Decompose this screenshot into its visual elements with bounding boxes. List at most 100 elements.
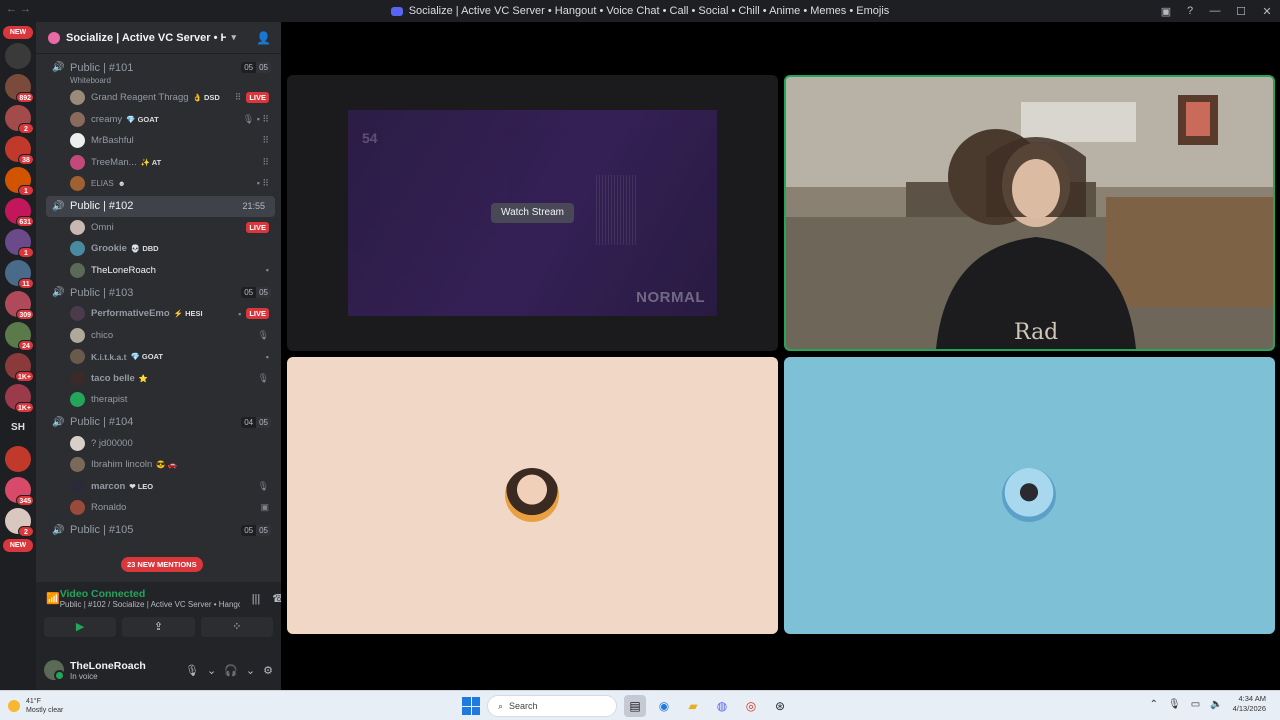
network-icon[interactable]: ▭ xyxy=(1191,699,1200,710)
user-count: 04 05 xyxy=(241,416,271,428)
voice-user[interactable]: ? jd00000 xyxy=(36,433,281,455)
activity-icon: ⠿ xyxy=(234,92,242,103)
server-icon[interactable]: 2 xyxy=(5,105,34,134)
voice-user[interactable]: Grookie 💀 DBD xyxy=(36,238,281,260)
avatar xyxy=(70,457,85,473)
clock[interactable]: 4:34 AM 4/13/2026 xyxy=(1233,694,1266,714)
user-tag: ☻ xyxy=(117,179,126,189)
server-icon[interactable]: 892 xyxy=(5,74,34,103)
server-icon[interactable] xyxy=(5,446,31,472)
voice-user[interactable]: Grand Reagent Thragg 👌 DSD ⠿ LIVE xyxy=(36,87,281,109)
activities-button[interactable]: ⁘ xyxy=(200,617,273,637)
voice-user[interactable]: MrBashful ⠿ xyxy=(36,130,281,152)
avatar xyxy=(70,111,85,127)
participant-tile[interactable] xyxy=(287,357,778,634)
avatar xyxy=(70,435,85,451)
microphone-icon[interactable]: 🎙 xyxy=(1168,699,1181,710)
unread-badge: 1 xyxy=(18,185,34,196)
server-icon-text[interactable]: SH xyxy=(5,415,31,441)
chevron-down-icon[interactable]: ⌄ xyxy=(246,664,255,677)
voice-user[interactable]: creamy 💎 GOAT 🎙 ▪ ⠿ xyxy=(36,109,281,131)
microphone-icon[interactable]: 🎙 xyxy=(185,664,199,677)
voice-channel-name: Public | #105 xyxy=(70,524,134,536)
headphones-icon[interactable]: 🎧 xyxy=(224,664,238,677)
voice-channel-102[interactable]: 🔊 Public | #102 21:55 xyxy=(46,195,275,217)
server-icon[interactable]: 1 xyxy=(5,229,34,258)
voice-channel-name: Public | #103 xyxy=(70,286,134,299)
volume-icon[interactable]: 🔈 xyxy=(1210,699,1222,710)
new-mentions-pill[interactable]: 23 NEW MENTIONS xyxy=(121,557,203,572)
noise-suppression-icon[interactable]: ||| xyxy=(252,593,261,605)
activity-icon: ▣ xyxy=(260,502,269,513)
voice-user[interactable]: Ronaldo ▣ xyxy=(36,497,281,519)
voice-status[interactable]: Video Connected xyxy=(60,588,240,600)
stream-tile[interactable]: 54 NORMAL Watch Stream xyxy=(287,75,778,351)
close-icon[interactable]: ✕ xyxy=(1254,5,1280,18)
avatar[interactable] xyxy=(44,660,65,681)
voice-user[interactable]: marcon ❤ LEO 🎙 xyxy=(36,476,281,498)
invite-icon[interactable]: 👤 xyxy=(256,31,271,45)
server-icon[interactable]: 1 xyxy=(5,167,34,196)
back-forward-icon[interactable]: ← → xyxy=(6,3,31,15)
live-badge: LIVE xyxy=(246,308,269,320)
voice-channel-104[interactable]: 🔊 Public | #104 04 05 xyxy=(36,412,281,433)
voice-channel-105[interactable]: 🔊 Public | #105 05 05 xyxy=(36,520,281,541)
server-icon[interactable]: 309 xyxy=(5,291,34,320)
server-icon[interactable]: 1K+ xyxy=(5,353,34,382)
voice-user[interactable]: Omni LIVE xyxy=(36,217,281,239)
user-count: 05 05 xyxy=(241,287,271,298)
chevron-up-icon[interactable]: ⌃ xyxy=(1150,699,1158,710)
voice-connection-panel: 📶 Video Connected Public | #102 / Social… xyxy=(36,582,286,660)
server-icon[interactable]: 38 xyxy=(5,136,34,165)
participant-avatar xyxy=(505,468,559,522)
window-title-text: Socialize | Active VC Server • Hangout •… xyxy=(408,5,890,17)
start-icon[interactable] xyxy=(462,697,480,715)
server-icon[interactable]: 2 xyxy=(5,508,34,537)
participant-tile[interactable] xyxy=(784,357,1275,634)
settings-gear-icon[interactable]: ⚙ xyxy=(263,664,273,677)
edge-icon[interactable]: ◉ xyxy=(653,695,675,717)
new-badge[interactable]: NEW xyxy=(3,539,33,552)
new-badge[interactable]: NEW xyxy=(3,26,33,39)
voice-user[interactable]: chico 🎙 xyxy=(36,325,281,347)
steam-icon[interactable]: ⊛ xyxy=(769,695,791,717)
chevron-down-icon[interactable]: ▾ xyxy=(232,32,237,43)
file-explorer-icon[interactable]: ▰ xyxy=(682,695,704,717)
screen-share-button[interactable]: ⇪ xyxy=(122,617,195,637)
inbox-icon[interactable]: ▣ xyxy=(1154,5,1178,18)
chevron-down-icon[interactable]: ⌄ xyxy=(207,664,216,677)
maximize-icon[interactable]: ☐ xyxy=(1228,5,1254,18)
camera-button[interactable]: ▶ xyxy=(44,617,117,637)
voice-channel-101[interactable]: 🔊 Public | #101 05 05 xyxy=(36,57,281,78)
voice-user[interactable]: K.i.t.k.a.t 💎 GOAT ▪ xyxy=(36,346,281,368)
chrome-icon[interactable]: ◎ xyxy=(740,695,762,717)
discord-icon[interactable]: ◍ xyxy=(711,695,733,717)
server-icon[interactable] xyxy=(5,43,31,69)
voice-user[interactable]: taco belle ⭐ 🎙 xyxy=(36,368,281,390)
voice-user-name: TreeMan... xyxy=(91,156,137,168)
voice-user[interactable]: Ibrahim lincoln 😎 🚗 xyxy=(36,454,281,476)
help-icon[interactable]: ? xyxy=(1178,5,1202,17)
voice-user[interactable]: therapist xyxy=(36,389,281,411)
server-icon[interactable]: 631 xyxy=(5,198,34,227)
server-icon[interactable]: 11 xyxy=(5,260,34,289)
webcam-tile[interactable]: Rad xyxy=(784,75,1275,351)
voice-channel-103[interactable]: 🔊 Public | #103 05 05 xyxy=(36,282,281,303)
taskbar-search[interactable]: ⌕ Search xyxy=(487,695,617,717)
voice-user[interactable]: PerformativeEmo ⚡ HESI ▪ LIVE xyxy=(36,303,281,325)
signal-icon[interactable]: 📶 xyxy=(46,592,60,605)
voice-user[interactable]: ELIAS ☻ ▪ ⠿ xyxy=(36,173,281,195)
weather-widget[interactable]: 41°F Mostly clear xyxy=(8,697,63,715)
server-icon[interactable]: 1K+ xyxy=(5,384,34,413)
guild-header[interactable]: Socialize | Active VC Server • Han... ▾ … xyxy=(36,22,281,54)
task-view-icon[interactable]: ▤ xyxy=(624,695,646,717)
voice-user[interactable]: TreeMan... ✨ AT ⠿ xyxy=(36,152,281,174)
watch-stream-button[interactable]: Watch Stream xyxy=(491,203,574,223)
speaker-icon: 🔊 xyxy=(52,287,65,298)
server-icon[interactable]: 24 xyxy=(5,322,34,351)
minimize-icon[interactable]: — xyxy=(1202,5,1228,17)
voice-channel-path[interactable]: Public | #102 / Socialize | Active VC Se… xyxy=(60,600,240,609)
server-icon[interactable]: 345 xyxy=(5,477,34,506)
voice-user-self[interactable]: TheLoneRoach ▪ xyxy=(36,260,281,282)
current-user-name[interactable]: TheLoneRoach xyxy=(70,660,185,672)
